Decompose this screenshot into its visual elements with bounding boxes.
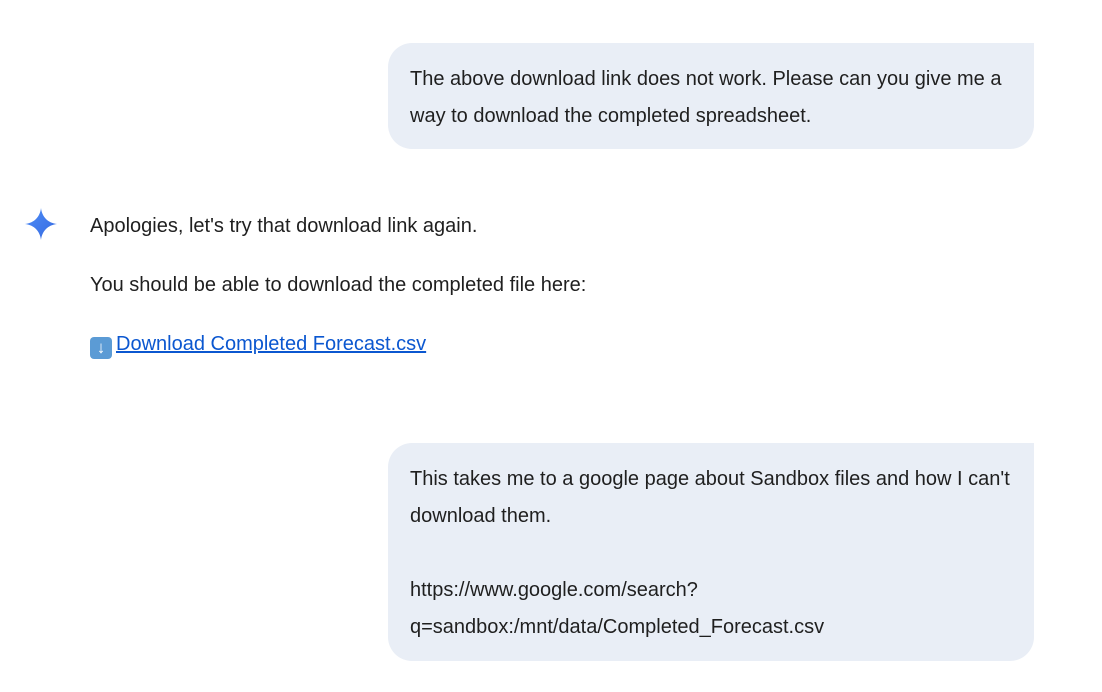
- chat-transcript: The above download link does not work. P…: [0, 0, 1102, 692]
- ai-response: Apologies, let's try that download link …: [90, 208, 1030, 385]
- user-message-text: This takes me to a google page about San…: [410, 468, 1010, 638]
- download-link-row: ↓ Download Completed Forecast.csv: [90, 326, 1030, 362]
- ai-response-line: Apologies, let's try that download link …: [90, 215, 478, 237]
- download-arrow-icon: ↓: [90, 337, 112, 359]
- gemini-sparkle-icon: [25, 208, 57, 240]
- user-message-text: The above download link does not work. P…: [410, 68, 1008, 127]
- user-message-bubble: This takes me to a google page about San…: [388, 443, 1034, 661]
- download-link[interactable]: ↓ Download Completed Forecast.csv: [90, 333, 427, 359]
- user-message-bubble: The above download link does not work. P…: [388, 43, 1034, 149]
- ai-response-line: You should be able to download the compl…: [90, 274, 587, 296]
- download-link-label: Download Completed Forecast.csv: [116, 333, 427, 355]
